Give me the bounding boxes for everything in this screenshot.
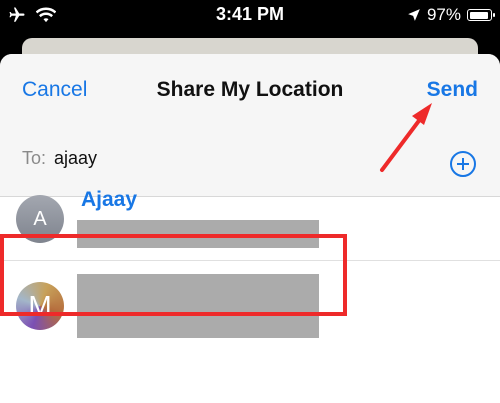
- share-location-sheet: Cancel Share My Location Send To: ajaay …: [0, 54, 500, 403]
- status-bar: 3:41 PM 97%: [0, 0, 500, 30]
- avatar: A: [16, 195, 64, 243]
- contact-row[interactable]: A Ajaay: [0, 180, 500, 260]
- location-arrow-icon: [408, 9, 420, 21]
- recipient-field[interactable]: To: ajaay: [22, 148, 97, 169]
- avatar: M: [16, 282, 64, 330]
- battery-icon: [467, 9, 495, 21]
- send-button[interactable]: Send: [427, 78, 478, 102]
- contact-row[interactable]: M: [0, 263, 500, 349]
- redacted-detail: [77, 220, 319, 248]
- add-contact-button[interactable]: [450, 151, 476, 177]
- row-divider: [0, 260, 500, 261]
- recipient-input[interactable]: ajaay: [54, 148, 97, 169]
- status-right: 97%: [407, 5, 495, 25]
- battery-fill: [469, 11, 488, 19]
- sheet-header: Cancel Share My Location Send To: ajaay: [0, 54, 500, 196]
- redacted-detail: [77, 274, 319, 338]
- contact-name: Ajaay: [81, 188, 138, 211]
- battery-percent: 97%: [426, 5, 461, 24]
- sheet-title: Share My Location: [156, 78, 344, 101]
- to-label: To:: [22, 148, 47, 168]
